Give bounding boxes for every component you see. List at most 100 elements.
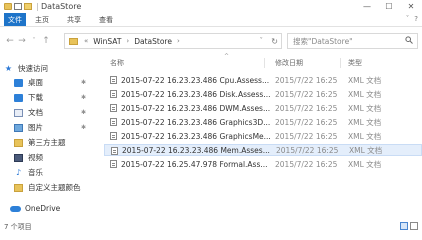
file-name: 2015-07-22 16.23.23.486 Cpu.Assess... bbox=[121, 75, 270, 85]
tab-view[interactable]: 查看 bbox=[90, 15, 122, 25]
file-date: 2015/7/22 16:25 bbox=[276, 145, 339, 155]
folder-icon bbox=[69, 37, 78, 45]
large-icons-view-icon[interactable] bbox=[410, 222, 418, 230]
column-divider[interactable] bbox=[340, 58, 341, 68]
sidebar-item-label: 下载 bbox=[28, 93, 43, 102]
sidebar-item-desktop[interactable]: 桌面 ✱ bbox=[14, 76, 92, 89]
xml-file-icon bbox=[110, 90, 117, 98]
refresh-icon[interactable]: ↻ bbox=[271, 37, 278, 46]
file-name: 2015-07-22 16.23.23.486 Graphics3D... bbox=[121, 117, 271, 127]
ribbon-tabs: 文件 主页 共享 查看 ˇ ? bbox=[0, 13, 422, 27]
back-button[interactable]: ← bbox=[4, 36, 16, 46]
file-row[interactable]: 2015-07-22 16.23.23.486 Disk.Assess... 2… bbox=[104, 88, 422, 100]
sidebar-item-label: 音乐 bbox=[28, 168, 43, 177]
column-header-type[interactable]: 类型 bbox=[348, 58, 362, 68]
download-icon bbox=[14, 93, 23, 102]
sidebar-item-label: OneDrive bbox=[25, 204, 61, 213]
file-name: 2015-07-22 16.23.23.486 DWM.Asses... bbox=[121, 103, 271, 113]
tab-file[interactable]: 文件 bbox=[4, 13, 26, 26]
sidebar-item-label: 第三方主题 bbox=[28, 138, 66, 147]
pin-icon[interactable]: ✱ bbox=[81, 109, 86, 116]
file-type: XML 文档 bbox=[348, 117, 382, 127]
forward-button[interactable]: → bbox=[16, 36, 28, 46]
column-header-date[interactable]: 修改日期 bbox=[275, 58, 303, 68]
file-row[interactable]: 2015-07-22 16.23.23.486 Cpu.Assess... 20… bbox=[104, 74, 422, 86]
video-icon bbox=[14, 153, 23, 162]
sidebar-item-music[interactable]: ♪ 音乐 bbox=[14, 166, 92, 179]
tab-home[interactable]: 主页 bbox=[26, 15, 58, 25]
tab-share[interactable]: 共享 bbox=[58, 15, 90, 25]
file-row[interactable]: 2015-07-22 16.25.47.978 Formal.Ass... 20… bbox=[104, 158, 422, 170]
file-name: 2015-07-22 16.23.23.486 Mem.Asses... bbox=[122, 145, 270, 155]
column-divider[interactable] bbox=[264, 58, 265, 68]
sidebar-item-onedrive[interactable]: OneDrive bbox=[10, 202, 92, 215]
file-type: XML 文档 bbox=[348, 103, 382, 113]
column-header-name[interactable]: 名称 bbox=[110, 58, 124, 68]
address-dropdown-icon[interactable]: ˇ bbox=[260, 37, 264, 45]
file-type: XML 文档 bbox=[348, 75, 382, 85]
file-date: 2015/7/22 16:25 bbox=[275, 103, 338, 113]
file-row[interactable]: 2015-07-22 16.23.23.486 GraphicsMe... 20… bbox=[104, 130, 422, 142]
file-type: XML 文档 bbox=[348, 131, 382, 141]
search-input[interactable]: 搜索"DataStore" bbox=[287, 33, 418, 49]
file-type: XML 文档 bbox=[348, 159, 382, 169]
pin-icon[interactable]: ✱ bbox=[81, 79, 86, 86]
folder-icon bbox=[4, 3, 12, 10]
search-icon[interactable] bbox=[405, 36, 413, 46]
address-bar[interactable]: « WinSAT › DataStore › ˇ ↻ bbox=[64, 33, 282, 49]
file-name: 2015-07-22 16.23.23.486 GraphicsMe... bbox=[121, 131, 271, 141]
details-view-icon[interactable] bbox=[400, 222, 408, 230]
file-date: 2015/7/22 16:25 bbox=[275, 89, 338, 99]
music-icon: ♪ bbox=[14, 167, 23, 177]
maximize-button[interactable]: ☐ bbox=[378, 0, 400, 13]
sidebar-item-quick-access[interactable]: ★ 快速访问 bbox=[4, 62, 96, 75]
properties-icon[interactable] bbox=[14, 3, 22, 10]
breadcrumb-datastore[interactable]: DataStore bbox=[134, 37, 172, 46]
sidebar-item-documents[interactable]: 文档 ✱ bbox=[14, 106, 92, 119]
sidebar-item-custom-theme-colors[interactable]: 自定义主题颜色 bbox=[14, 181, 92, 194]
star-icon: ★ bbox=[4, 64, 13, 73]
folder-icon bbox=[14, 183, 23, 192]
pin-icon[interactable]: ✱ bbox=[81, 94, 86, 101]
sidebar-item-label: 文档 bbox=[28, 108, 43, 117]
sidebar-item-label: 快速访问 bbox=[18, 64, 48, 73]
xml-file-icon bbox=[110, 118, 117, 126]
file-row[interactable]: 2015-07-22 16.23.23.486 Graphics3D... 20… bbox=[104, 116, 422, 128]
window-title: DataStore bbox=[41, 2, 82, 11]
file-date: 2015/7/22 16:25 bbox=[275, 159, 338, 169]
recent-locations-button[interactable]: ˇ bbox=[28, 37, 40, 45]
breadcrumb-separator[interactable]: › bbox=[126, 37, 129, 45]
sort-arrow-icon: ^ bbox=[224, 53, 230, 60]
file-name: 2015-07-22 16.23.23.486 Disk.Assess... bbox=[121, 89, 271, 99]
sidebar-item-downloads[interactable]: 下载 ✱ bbox=[14, 91, 92, 104]
xml-file-icon bbox=[110, 160, 117, 168]
breadcrumb-winsat[interactable]: WinSAT bbox=[93, 37, 121, 46]
ribbon-right-controls: ˇ ? bbox=[406, 15, 418, 23]
close-button[interactable]: ✕ bbox=[400, 0, 422, 13]
pin-icon[interactable]: ✱ bbox=[81, 124, 86, 131]
breadcrumb-separator[interactable]: › bbox=[177, 37, 180, 45]
sidebar-item-third-party-themes[interactable]: 第三方主题 bbox=[14, 136, 92, 149]
picture-icon bbox=[14, 123, 23, 132]
help-icon[interactable]: ? bbox=[414, 15, 418, 23]
sidebar-item-videos[interactable]: 视频 bbox=[14, 151, 92, 164]
sidebar-item-label: 图片 bbox=[28, 123, 43, 132]
xml-file-icon bbox=[110, 132, 117, 140]
file-row[interactable]: 2015-07-22 16.23.23.486 DWM.Asses... 201… bbox=[104, 102, 422, 114]
status-item-count: 7 个项目 bbox=[4, 223, 32, 231]
expand-ribbon-icon[interactable]: ˇ bbox=[406, 15, 410, 23]
sidebar-item-label: 自定义主题颜色 bbox=[28, 183, 81, 192]
file-row-selected[interactable]: 2015-07-22 16.23.23.486 Mem.Asses... 201… bbox=[104, 144, 422, 156]
xml-file-icon bbox=[110, 76, 117, 84]
sidebar-item-pictures[interactable]: 图片 ✱ bbox=[14, 121, 92, 134]
navigation-bar: ← → ˇ ↑ « WinSAT › DataStore › ˇ ↻ 搜索"Da… bbox=[0, 28, 422, 54]
file-date: 2015/7/22 16:25 bbox=[275, 75, 338, 85]
new-folder-icon[interactable] bbox=[24, 3, 32, 10]
file-date: 2015/7/22 16:25 bbox=[275, 117, 338, 127]
minimize-button[interactable]: — bbox=[356, 0, 378, 13]
file-type: XML 文档 bbox=[348, 89, 382, 99]
up-button[interactable]: ↑ bbox=[40, 36, 52, 46]
address-overflow[interactable]: « bbox=[84, 37, 88, 45]
file-date: 2015/7/22 16:25 bbox=[275, 131, 338, 141]
xml-file-icon bbox=[111, 147, 118, 155]
